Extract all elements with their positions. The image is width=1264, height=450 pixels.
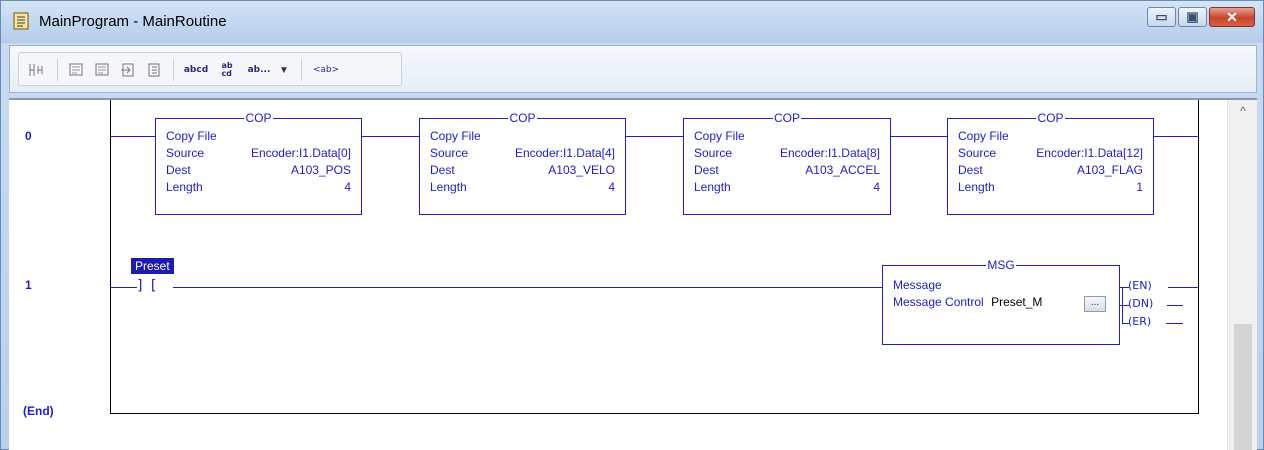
maximize-icon: ▣ [1186, 9, 1199, 24]
toolbar-separator [57, 59, 58, 81]
window-controls: ▭ ▣ ✕ [1145, 7, 1255, 27]
tag-description-toggle[interactable]: abcd [181, 60, 211, 80]
cop-length-value: 4 [608, 180, 615, 194]
rung-0-wire [891, 136, 947, 137]
window-title: MainProgram - MainRoutine [39, 13, 227, 30]
vertical-scrollbar[interactable]: ^ [1227, 100, 1257, 450]
chevron-down-icon: ▼ [279, 64, 289, 76]
rung-0-wire [1154, 136, 1198, 137]
scrollbar-thumb[interactable] [1234, 324, 1252, 450]
toolbar-separator [173, 59, 174, 81]
cop-mnemonic: COP [244, 111, 273, 125]
scroll-up-icon[interactable]: ^ [1228, 104, 1258, 118]
abbreviate-dropdown[interactable]: ▼ [277, 60, 291, 80]
cop-length-value: 4 [873, 180, 880, 194]
maximize-button[interactable]: ▣ [1178, 7, 1207, 27]
cop-block[interactable]: COP Copy File Source Encoder:I1.Data[0] D… [155, 111, 362, 215]
end-rung-line [110, 413, 1199, 414]
cop-source-value: Encoder:I1.Data[4] [514, 146, 615, 160]
cop-block[interactable]: COP Copy File Source Encoder:I1.Data[8] D… [683, 111, 891, 215]
left-power-rail [110, 100, 111, 413]
msg-output-wire [1166, 323, 1183, 324]
rung-1-wire [110, 287, 137, 288]
cop-mnemonic: COP [1036, 111, 1065, 125]
rung-1-wire [173, 287, 882, 288]
msg-output-vwire [1122, 287, 1123, 323]
cop-source-value: Encoder:I1.Data[8] [779, 146, 880, 160]
title-bar[interactable]: MainProgram - MainRoutine ▭ ▣ ✕ [1, 1, 1263, 43]
msg-block[interactable]: MSG Message Message Control Preset_M ... [882, 258, 1120, 345]
msg-control-label: Message Control [893, 295, 984, 309]
add-branch-icon[interactable] [93, 60, 113, 80]
add-input-icon[interactable] [119, 60, 139, 80]
cop-block[interactable]: COP Copy File Source Encoder:I1.Data[12] … [947, 111, 1154, 215]
cop-source-value: Encoder:I1.Data[0] [250, 146, 351, 160]
routine-window: MainProgram - MainRoutine ▭ ▣ ✕ abcd ab … [0, 0, 1264, 450]
cop-source-value: Encoder:I1.Data[12] [1036, 146, 1143, 160]
rung-number-end[interactable]: (End) [23, 404, 54, 418]
msg-mnemonic: MSG [986, 258, 1016, 272]
rung-number-1[interactable]: 1 [25, 278, 32, 292]
minimize-button[interactable]: ▭ [1147, 7, 1176, 27]
abcd-label: abcd [183, 65, 209, 75]
rung-0-wire [626, 136, 683, 137]
ladder-editor[interactable]: 0 1 (End) COP Copy File Source Encoder:I1… [9, 98, 1257, 450]
ab-ellipsis-label: ab... [247, 65, 271, 75]
cop-dest-value: A103_VELO [548, 163, 615, 177]
rung-0-wire [362, 136, 419, 137]
wrap-text-toggle[interactable]: ab cd [217, 60, 237, 80]
right-power-rail [1198, 100, 1199, 413]
add-output-icon[interactable] [145, 60, 165, 80]
cop-dest-value: A103_ACCEL [805, 163, 880, 177]
close-button[interactable]: ✕ [1209, 7, 1255, 27]
msg-dn-status: (DN) [1128, 297, 1154, 310]
toolbar-strip: abcd ab cd ab... ▼ <ab> [18, 52, 402, 86]
browse-button[interactable]: ... [1084, 296, 1106, 312]
cop-length-value: 4 [344, 180, 351, 194]
msg-er-status: (ER) [1128, 315, 1152, 328]
contact-tag-preset[interactable]: Preset [131, 258, 174, 274]
tag-brackets-toggle[interactable]: <ab> [311, 60, 341, 80]
cop-dest-value: A103_POS [290, 163, 351, 177]
rung-number-0[interactable]: 0 [25, 129, 32, 143]
cop-dest-value: A103_FLAG [1076, 163, 1143, 177]
minimize-icon: ▭ [1155, 9, 1168, 24]
toolbar-separator [301, 59, 302, 81]
ab-cd-label: ab cd [221, 61, 233, 78]
cop-block[interactable]: COP Copy File Source Encoder:I1.Data[4] D… [419, 111, 626, 215]
close-icon: ✕ [1226, 9, 1238, 25]
msg-output-wire [1167, 305, 1183, 306]
rung-0-wire [110, 136, 155, 137]
msg-output-wire [1168, 287, 1198, 288]
ladder-toolbar: abcd ab cd ab... ▼ <ab> [9, 45, 1257, 93]
add-rung-icon[interactable] [67, 60, 87, 80]
cop-length-value: 1 [1136, 180, 1143, 194]
ab-brackets-label: <ab> [312, 65, 340, 75]
msg-control-value: Preset_M [991, 295, 1043, 309]
cop-mnemonic: COP [772, 111, 801, 125]
xic-contact[interactable]: ] [ [137, 278, 158, 294]
cop-mnemonic: COP [508, 111, 537, 125]
verify-routine-icon[interactable] [27, 60, 47, 80]
msg-en-status: (EN) [1128, 279, 1152, 292]
routine-icon [13, 12, 29, 30]
abbreviate-toggle[interactable]: ab... [243, 60, 275, 80]
